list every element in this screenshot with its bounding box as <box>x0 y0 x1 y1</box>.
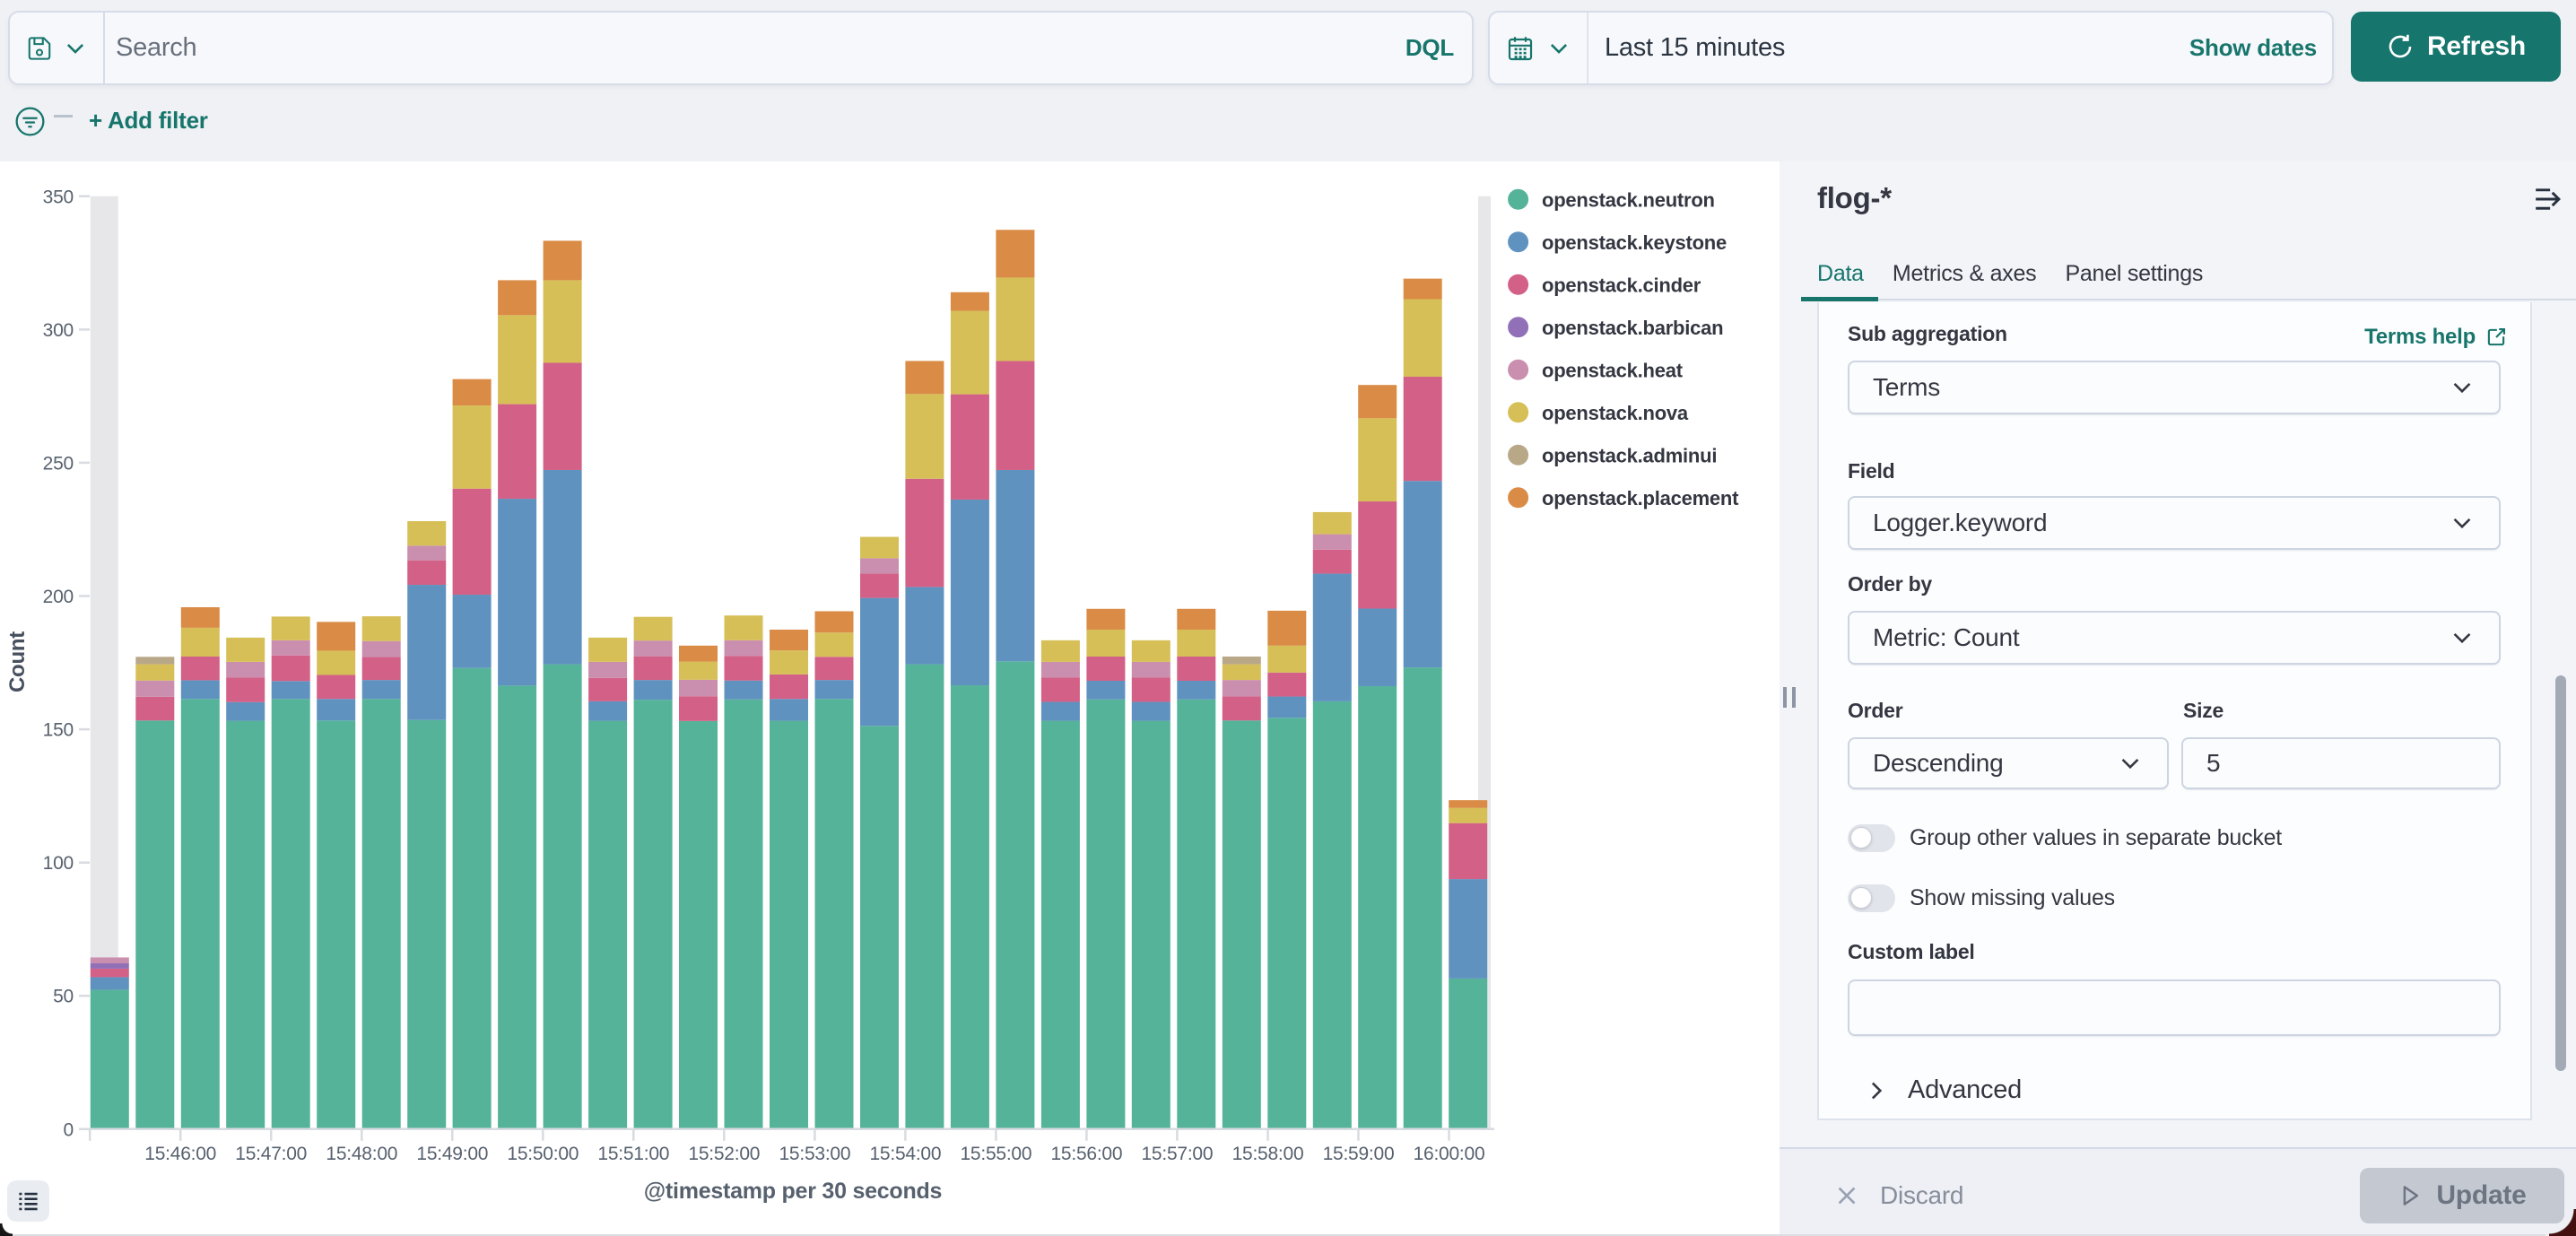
svg-text:250: 250 <box>43 453 74 474</box>
svg-text:15:55:00: 15:55:00 <box>960 1144 1031 1164</box>
svg-text:50: 50 <box>53 987 74 1007</box>
svg-text:openstack.heat: openstack.heat <box>1542 359 1684 381</box>
svg-text:15:49:00: 15:49:00 <box>416 1144 488 1164</box>
svg-text:15:54:00: 15:54:00 <box>869 1144 941 1164</box>
svg-text:16:00:00: 16:00:00 <box>1414 1144 1485 1164</box>
svg-text:350: 350 <box>43 187 74 207</box>
svg-text:100: 100 <box>43 853 74 874</box>
svg-text:openstack.keystone: openstack.keystone <box>1542 231 1727 254</box>
svg-text:150: 150 <box>43 720 74 741</box>
svg-text:15:52:00: 15:52:00 <box>688 1144 760 1164</box>
svg-text:15:57:00: 15:57:00 <box>1141 1144 1213 1164</box>
svg-text:15:46:00: 15:46:00 <box>144 1144 216 1164</box>
svg-text:Count: Count <box>5 631 30 692</box>
svg-text:15:48:00: 15:48:00 <box>326 1144 397 1164</box>
svg-text:15:58:00: 15:58:00 <box>1232 1144 1304 1164</box>
svg-text:openstack.placement: openstack.placement <box>1542 487 1739 509</box>
svg-text:openstack.neutron: openstack.neutron <box>1542 188 1715 211</box>
svg-text:15:47:00: 15:47:00 <box>235 1144 307 1164</box>
svg-text:openstack.barbican: openstack.barbican <box>1542 317 1723 339</box>
svg-text:300: 300 <box>43 320 74 341</box>
svg-text:openstack.nova: openstack.nova <box>1542 402 1689 424</box>
svg-text:15:59:00: 15:59:00 <box>1323 1144 1395 1164</box>
svg-text:200: 200 <box>43 587 74 607</box>
svg-text:openstack.adminui: openstack.adminui <box>1542 444 1717 466</box>
svg-text:@timestamp per 30 seconds: @timestamp per 30 seconds <box>644 1179 942 1204</box>
svg-text:15:56:00: 15:56:00 <box>1050 1144 1122 1164</box>
svg-text:0: 0 <box>64 1119 74 1140</box>
svg-text:15:50:00: 15:50:00 <box>507 1144 579 1164</box>
svg-text:15:53:00: 15:53:00 <box>779 1144 850 1164</box>
svg-text:15:51:00: 15:51:00 <box>597 1144 669 1164</box>
svg-text:openstack.cinder: openstack.cinder <box>1542 274 1701 296</box>
